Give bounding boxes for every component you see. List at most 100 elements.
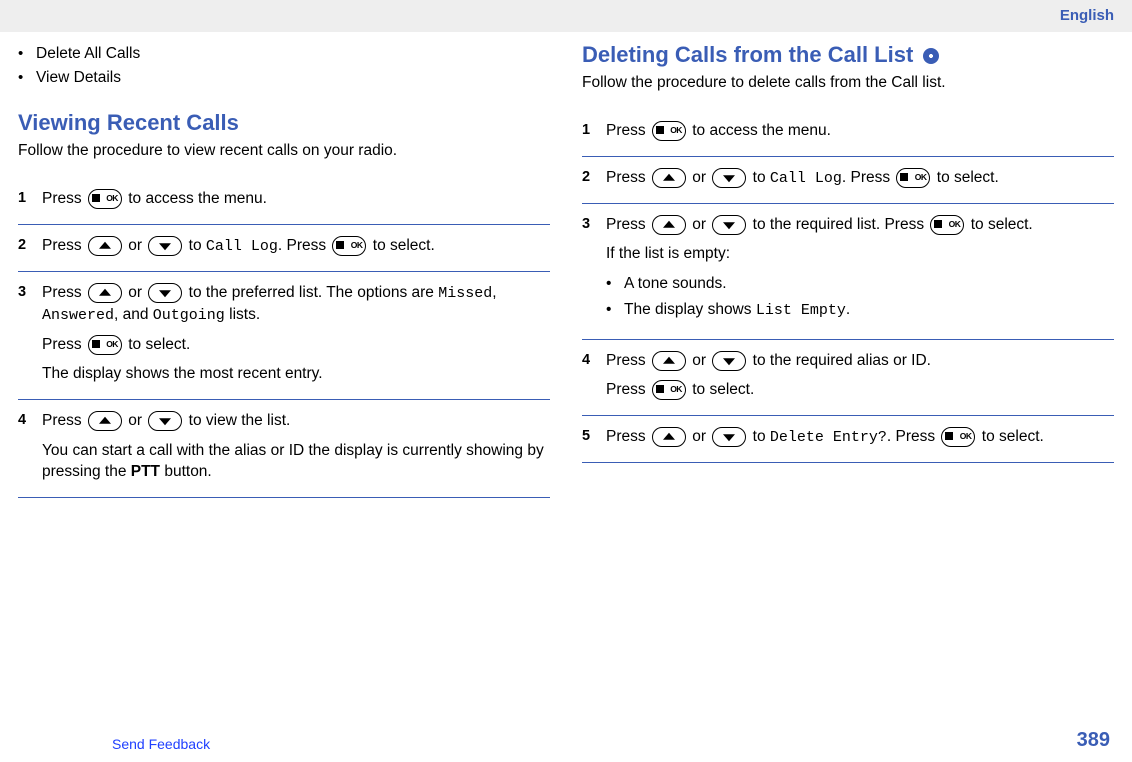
step-text: Press	[606, 352, 650, 369]
step-row: 4 Press or to the required alias or ID. …	[582, 340, 1114, 416]
step-text: ,	[492, 284, 496, 301]
step-row: 3 Press or to the required list. Press t…	[582, 204, 1114, 340]
step-text: , and	[114, 306, 153, 323]
step-text: Press	[606, 216, 650, 233]
step-text: . Press	[887, 428, 940, 445]
up-button-icon	[652, 168, 686, 188]
step-text: or	[688, 352, 710, 369]
step-text: The display shows the most recent entry.	[42, 363, 550, 385]
down-button-icon	[148, 236, 182, 256]
language-label: English	[1060, 7, 1114, 24]
step-text: to access the menu.	[124, 190, 267, 207]
down-button-icon	[712, 168, 746, 188]
section-heading-deleting: Deleting Calls from the Call List	[582, 42, 1114, 68]
step-text: Press	[42, 284, 86, 301]
down-button-icon	[712, 351, 746, 371]
header-bar: English	[0, 0, 1132, 32]
step-text: to select.	[124, 336, 190, 353]
step-text: or	[688, 428, 710, 445]
ok-button-icon	[652, 380, 686, 400]
step-body: Press or to view the list. You can start…	[42, 410, 550, 483]
step-text: to select.	[966, 216, 1032, 233]
step-text: Press	[606, 381, 650, 398]
page-content: Delete All Calls View Details Viewing Re…	[0, 32, 1132, 498]
step-body: Press to access the menu.	[606, 120, 1114, 142]
sub-bullet-list: A tone sounds. The display shows List Em…	[606, 273, 1114, 321]
step-text: You can start a call with the alias or I…	[42, 442, 544, 481]
step-number: 1	[582, 120, 606, 138]
mono-text: Missed	[438, 285, 492, 302]
bullet-item: View Details	[18, 66, 550, 90]
step-row: 2 Press or to Call Log. Press to select.	[18, 225, 550, 272]
step-body: Press or to Delete Entry?. Press to sele…	[606, 426, 1114, 448]
step-text: .	[846, 301, 850, 318]
step-text: to access the menu.	[688, 122, 831, 139]
step-number: 4	[582, 350, 606, 368]
step-row: 2 Press or to Call Log. Press to select.	[582, 157, 1114, 204]
step-body: Press or to the preferred list. The opti…	[42, 282, 550, 385]
step-text: to	[748, 169, 770, 186]
mono-text: Answered	[42, 307, 114, 324]
step-text: button.	[160, 463, 212, 480]
down-button-icon	[148, 283, 182, 303]
step-text: to select.	[977, 428, 1043, 445]
step-number: 3	[582, 214, 606, 232]
ok-button-icon	[652, 121, 686, 141]
down-button-icon	[712, 215, 746, 235]
step-body: Press or to the required alias or ID. Pr…	[606, 350, 1114, 401]
step-text: to select.	[932, 169, 998, 186]
step-row: 1 Press to access the menu.	[582, 110, 1114, 157]
section-intro: Follow the procedure to view recent call…	[18, 142, 550, 160]
ok-button-icon	[88, 335, 122, 355]
step-text: to the required list. Press	[748, 216, 928, 233]
up-button-icon	[652, 427, 686, 447]
section-heading-viewing: Viewing Recent Calls	[18, 110, 550, 136]
ok-button-icon	[896, 168, 930, 188]
mono-text: Outgoing	[153, 307, 225, 324]
up-button-icon	[88, 411, 122, 431]
step-text: Press	[42, 237, 86, 254]
step-text: to the required alias or ID.	[748, 352, 931, 369]
up-button-icon	[88, 283, 122, 303]
send-feedback-link[interactable]: Send Feedback	[112, 736, 210, 752]
left-column: Delete All Calls View Details Viewing Re…	[18, 42, 550, 498]
down-button-icon	[148, 411, 182, 431]
step-number: 2	[18, 235, 42, 253]
step-text: Press	[42, 412, 86, 429]
step-row: 4 Press or to view the list. You can sta…	[18, 400, 550, 498]
up-button-icon	[88, 236, 122, 256]
step-text: . Press	[842, 169, 895, 186]
heading-text: Deleting Calls from the Call List	[582, 42, 913, 67]
ok-button-icon	[930, 215, 964, 235]
step-text: to	[184, 237, 206, 254]
step-text: to the preferred list. The options are	[184, 284, 438, 301]
mono-text: Call Log	[206, 238, 278, 255]
step-row: 1 Press to access the menu.	[18, 178, 550, 225]
footer: Send Feedback 389	[0, 729, 1132, 752]
step-number: 3	[18, 282, 42, 300]
step-text: Press	[606, 169, 650, 186]
step-text: to	[748, 428, 770, 445]
step-text: or	[124, 237, 146, 254]
step-row: 3 Press or to the preferred list. The op…	[18, 272, 550, 400]
step-text: lists.	[225, 306, 260, 323]
step-text: Press	[606, 428, 650, 445]
ptt-label: PTT	[131, 463, 160, 480]
step-text: The display shows	[624, 301, 756, 318]
step-text: to select.	[688, 381, 754, 398]
feature-icon	[923, 48, 939, 64]
sub-bullet-item: A tone sounds.	[606, 273, 1114, 295]
step-number: 4	[18, 410, 42, 428]
step-text: Press	[42, 190, 86, 207]
top-bullet-list: Delete All Calls View Details	[18, 42, 550, 90]
sub-bullet-item: The display shows List Empty.	[606, 299, 1114, 321]
step-body: Press or to Call Log. Press to select.	[42, 235, 550, 257]
step-text: If the list is empty:	[606, 243, 1114, 265]
step-body: Press or to Call Log. Press to select.	[606, 167, 1114, 189]
step-number: 5	[582, 426, 606, 444]
step-text: or	[688, 216, 710, 233]
right-column: Deleting Calls from the Call List Follow…	[582, 42, 1114, 498]
ok-button-icon	[941, 427, 975, 447]
ok-button-icon	[332, 236, 366, 256]
step-text: or	[124, 412, 146, 429]
